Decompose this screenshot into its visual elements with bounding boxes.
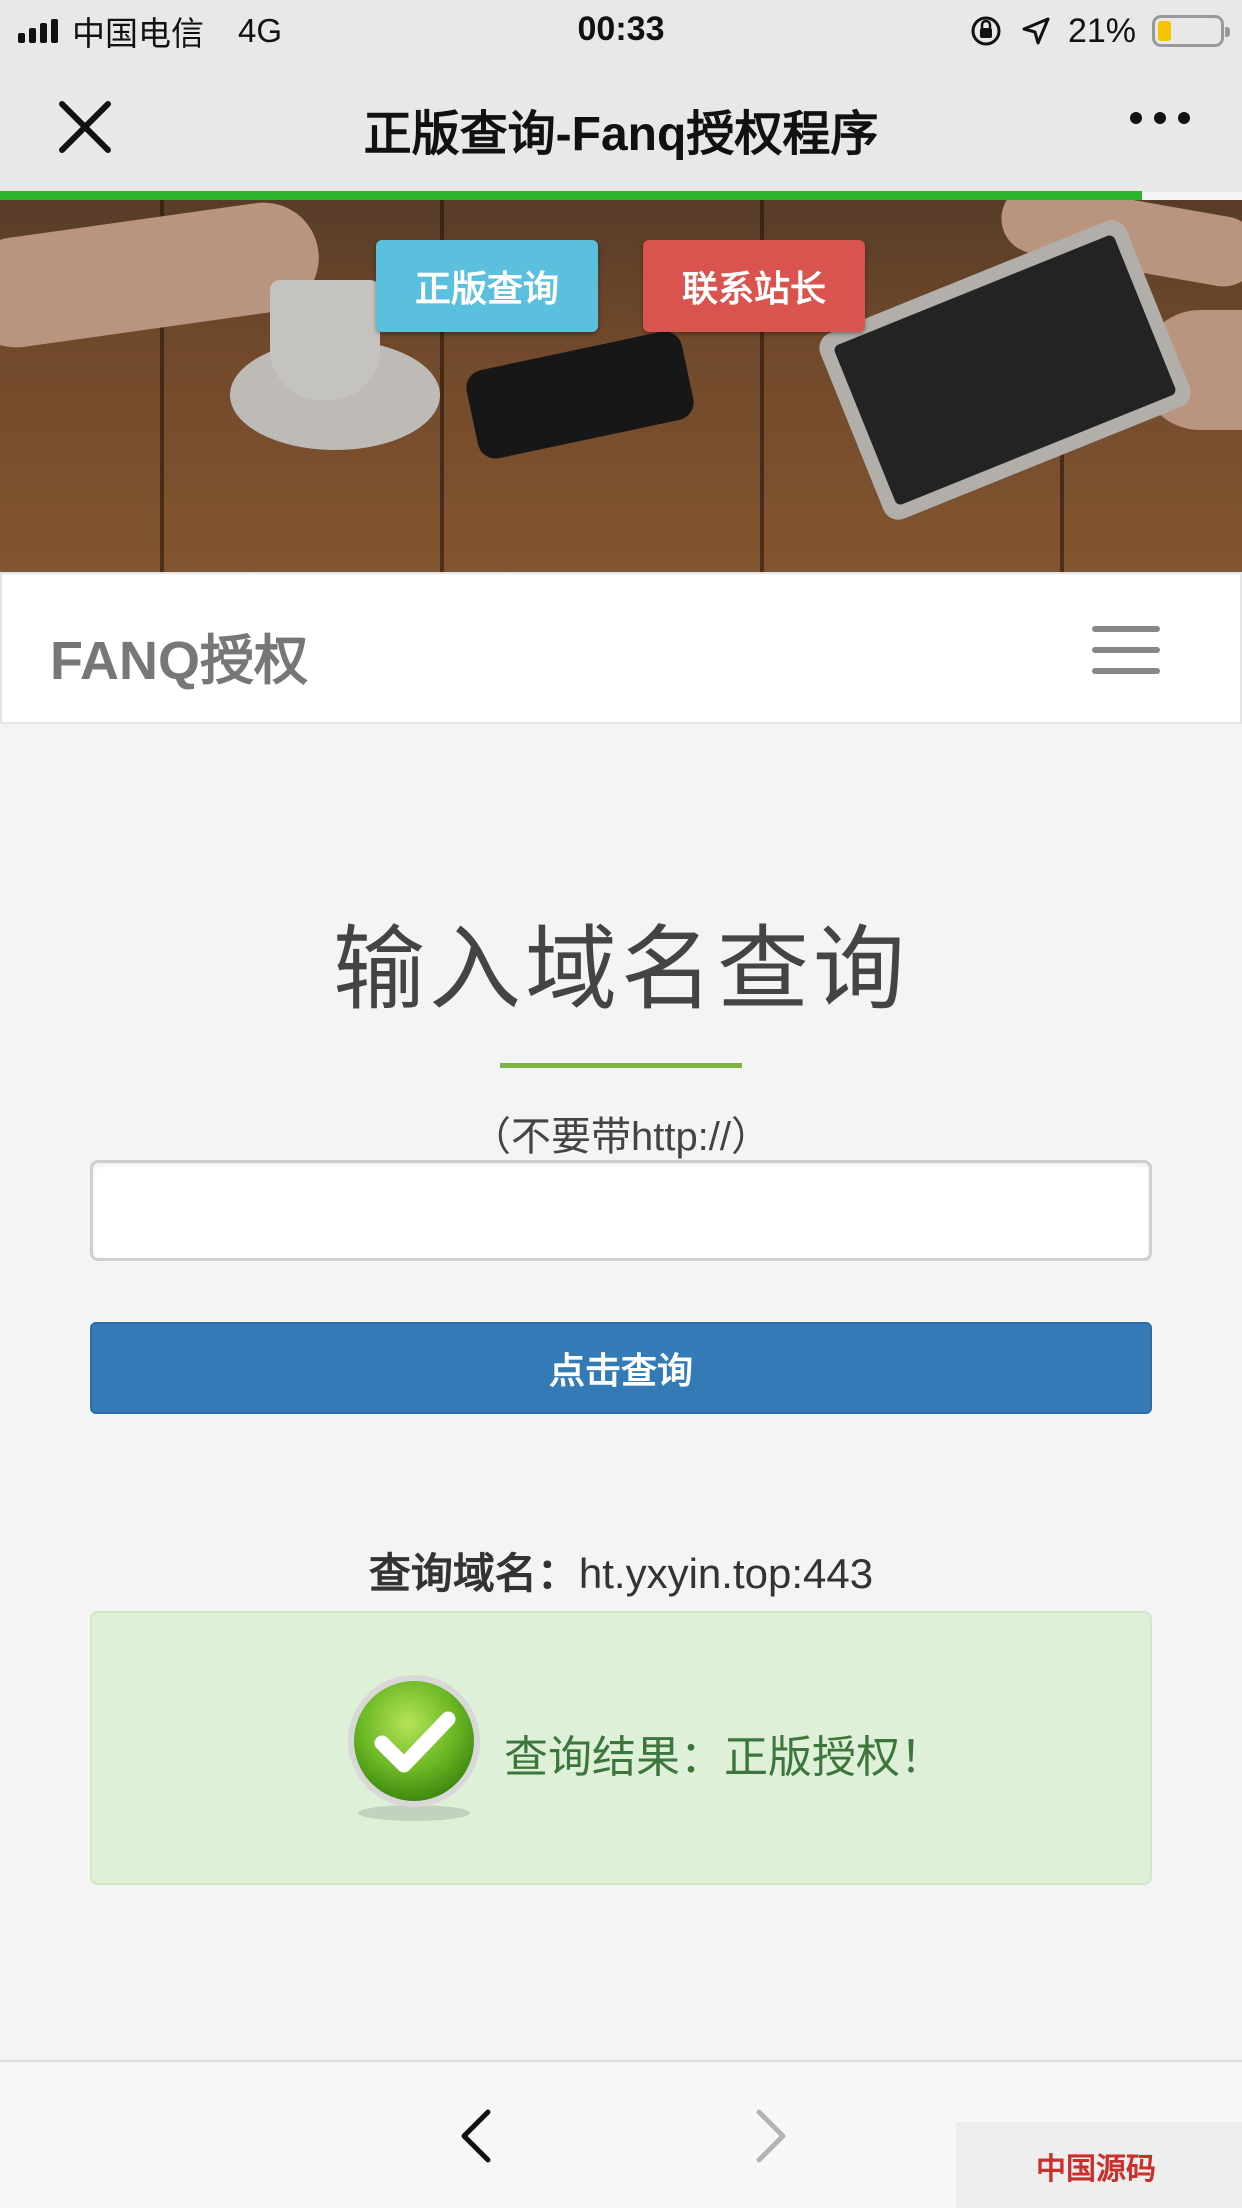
more-icon[interactable]	[1130, 112, 1190, 124]
page-title: 正版查询-Fanq授权程序	[363, 108, 879, 161]
status-bar: 中国电信 4G 00:33 21%	[0, 0, 1242, 62]
forward-arrow-icon[interactable]	[745, 2106, 795, 2166]
site-header: FANQ授权	[0, 572, 1242, 724]
queried-domain-label: 查询域名：	[368, 1550, 579, 1597]
page: 中国电信 4G 00:33 21% 正版查询-Fanq授权程序 正版查询 联系站…	[0, 0, 1242, 2208]
submit-query-button[interactable]: 点击查询	[90, 1322, 1152, 1414]
site-brand[interactable]: FANQ授权	[50, 616, 308, 695]
menu-icon[interactable]	[1092, 626, 1160, 674]
result-message: 查询结果：正版授权！	[504, 1733, 944, 1782]
battery-icon	[1152, 15, 1230, 47]
status-right: 21%	[968, 10, 1230, 52]
query-heading: 输入域名查询	[332, 919, 909, 1021]
domain-input[interactable]	[90, 1160, 1152, 1261]
queried-domain-value: ht.yxyin.top:443	[578, 1550, 874, 1597]
browser-toolbar: 中国源码	[0, 2060, 1242, 2208]
heading-divider	[500, 1063, 742, 1068]
watermark: 中国源码	[956, 2122, 1242, 2208]
hero-banner: 正版查询 联系站长	[0, 200, 1242, 572]
genuine-check-button[interactable]: 正版查询	[376, 240, 598, 332]
watermark-text: 中国源码	[1036, 2153, 1156, 2186]
queried-domain: 查询域名：ht.yxyin.top:443	[0, 1540, 1242, 1601]
location-icon	[1022, 17, 1050, 45]
result-alert: 查询结果：正版授权！	[90, 1611, 1152, 1885]
check-circle-icon	[348, 1675, 480, 1821]
back-arrow-icon[interactable]	[452, 2106, 502, 2166]
battery-percent: 21%	[1067, 11, 1136, 50]
rotation-lock-icon	[971, 16, 1001, 46]
load-progress-bar	[0, 191, 1142, 200]
nav-bar: 正版查询-Fanq授权程序	[0, 62, 1242, 192]
query-hint: （不要带http://）	[470, 1115, 772, 1159]
contact-admin-button[interactable]: 联系站长	[643, 240, 865, 332]
